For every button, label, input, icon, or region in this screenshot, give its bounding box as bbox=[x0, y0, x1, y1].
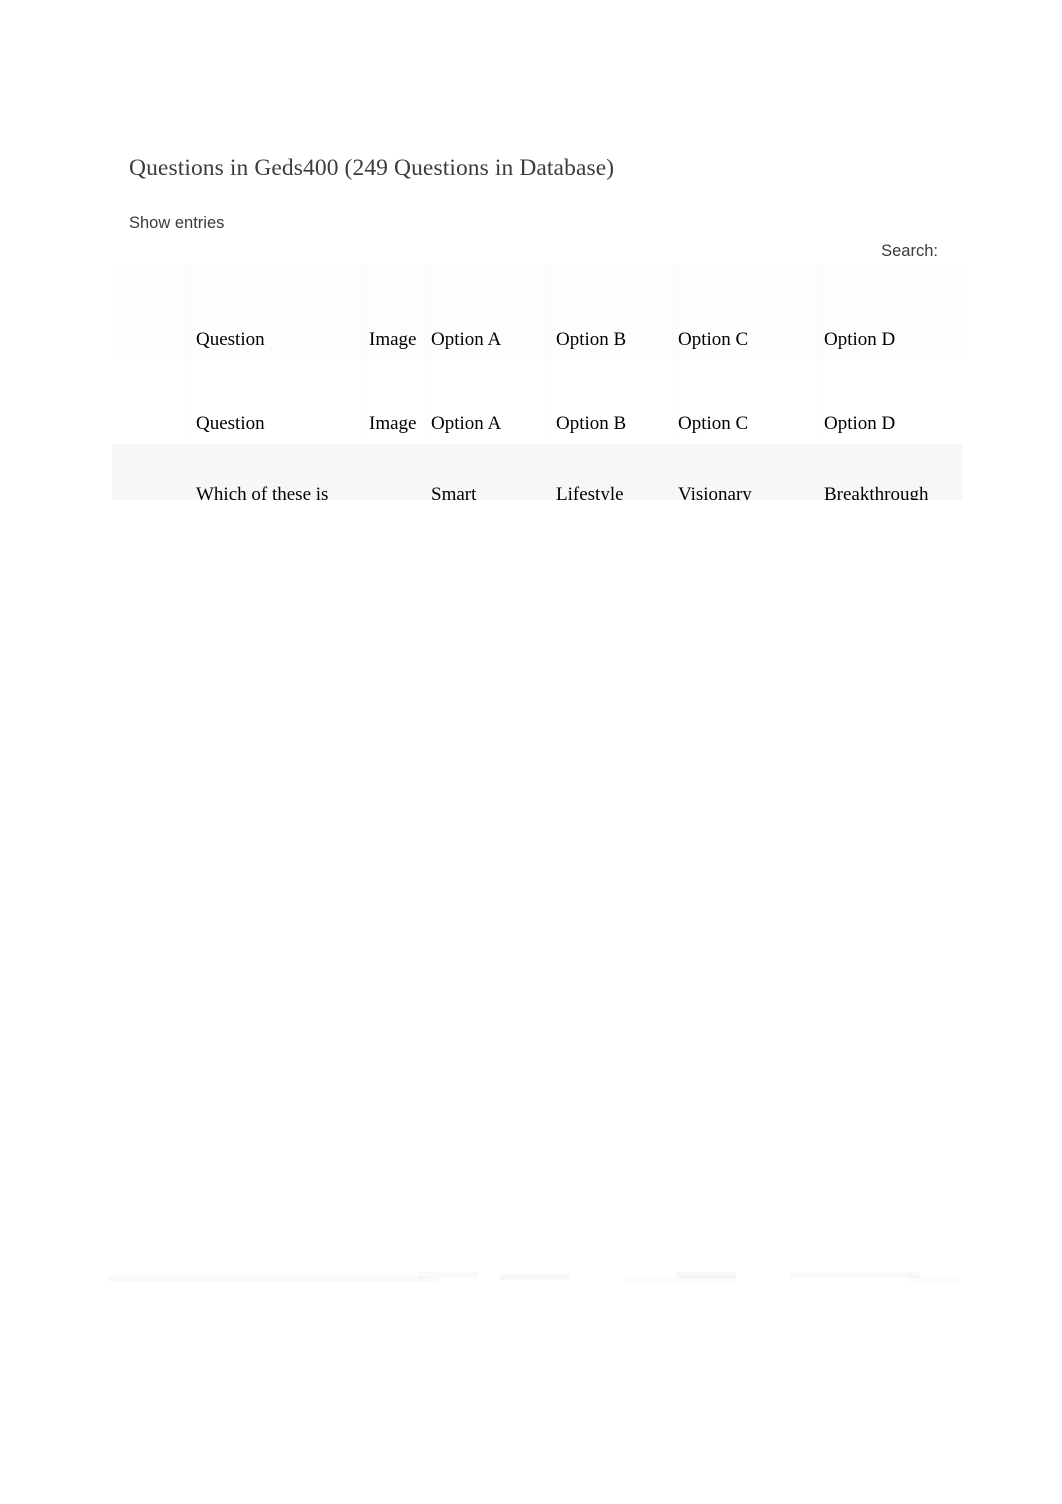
table-header-row: Question Image Option A Option B Option … bbox=[112, 264, 962, 360]
page-artifact bbox=[790, 1272, 920, 1278]
subcolumn-header-option-d[interactable]: Option D bbox=[818, 360, 962, 444]
subcolumn-header-index[interactable] bbox=[112, 360, 190, 444]
table-search-control: Search: bbox=[881, 240, 938, 262]
column-header-question[interactable]: Question bbox=[190, 264, 363, 360]
cell-option-a: Smart entreprene bbox=[425, 444, 550, 500]
cell-option-b: Lifestyle entreprene bbox=[550, 444, 672, 500]
table-body: Which of these is NOT a type of Smart en… bbox=[112, 444, 962, 500]
page-artifact bbox=[108, 1276, 438, 1282]
column-header-option-a[interactable]: Option A bbox=[425, 264, 550, 360]
table-row[interactable]: Which of these is NOT a type of Smart en… bbox=[112, 444, 962, 500]
questions-table-container: Question Image Option A Option B Option … bbox=[112, 264, 962, 500]
table-header: Question Image Option A Option B Option … bbox=[112, 264, 962, 444]
column-header-option-b[interactable]: Option B bbox=[550, 264, 672, 360]
column-header-image[interactable]: Image bbox=[363, 264, 425, 360]
subcolumn-header-option-c[interactable]: Option C bbox=[672, 360, 818, 444]
subcolumn-header-option-a[interactable]: Option A bbox=[425, 360, 550, 444]
questions-table: Question Image Option A Option B Option … bbox=[112, 264, 962, 500]
cell-index bbox=[112, 444, 190, 500]
page-artifact bbox=[908, 1276, 960, 1282]
page-title: Questions in Geds400 (249 Questions in D… bbox=[129, 155, 615, 181]
cell-image bbox=[363, 444, 425, 500]
table-length-label: Show entries bbox=[129, 214, 225, 232]
column-header-index[interactable] bbox=[112, 264, 190, 360]
cell-option-c: Visionary entrepreneur bbox=[672, 444, 818, 500]
cell-question: Which of these is NOT a type of bbox=[190, 444, 363, 500]
table-subheader-row: Question Image Option A Option B Option … bbox=[112, 360, 962, 444]
column-header-option-d[interactable]: Option D bbox=[818, 264, 962, 360]
cell-option-d: Breakthrough entrepreneur bbox=[818, 444, 962, 500]
page-artifact bbox=[418, 1272, 478, 1278]
page-artifact bbox=[500, 1274, 570, 1280]
subcolumn-header-option-b[interactable]: Option B bbox=[550, 360, 672, 444]
page-artifact bbox=[676, 1272, 736, 1278]
subcolumn-header-image[interactable]: Image bbox=[363, 360, 425, 444]
search-label: Search: bbox=[881, 242, 938, 260]
subcolumn-header-question[interactable]: Question bbox=[190, 360, 363, 444]
table-length-control: 10Show entries bbox=[129, 212, 224, 234]
column-header-option-c[interactable]: Option C bbox=[672, 264, 818, 360]
